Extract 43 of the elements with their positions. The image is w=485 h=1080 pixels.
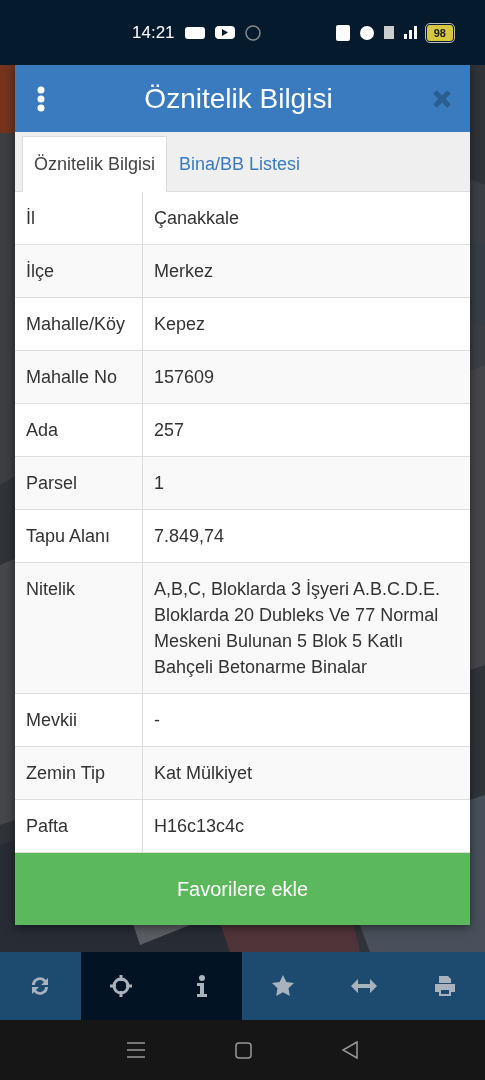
attribute-label: Nitelik	[15, 563, 142, 694]
attribute-value: Kat Mülkiyet	[142, 747, 470, 800]
attribute-value: 1	[142, 457, 470, 510]
attribute-value: 257	[142, 404, 470, 457]
battery-level: 98	[426, 24, 453, 41]
attribute-value: Çanakkale	[142, 192, 470, 245]
more-options-icon[interactable]	[37, 85, 45, 112]
attribute-label: Mahalle No	[15, 351, 142, 404]
card-icon	[184, 26, 205, 39]
attribute-label: Mevkii	[15, 694, 142, 747]
tab[interactable]: Öznitelik Bilgisi	[22, 136, 168, 192]
attribute-value: A,B,C, Bloklarda 3 İşyeri A.B.C.D.E. Bloklarda 20 Dubleks Ve 77 Normal Meskeni Bulunan 5 Blok 5 Katlı Bahçeli Betonarme Binalar	[142, 563, 470, 694]
attribute-value: Merkez	[142, 245, 470, 298]
toolbar-button[interactable]	[161, 952, 243, 1020]
back-icon[interactable]	[342, 1041, 358, 1059]
attribute-value: Kepez	[142, 298, 470, 351]
attribute-label: İl	[15, 192, 142, 245]
crosshair-icon	[109, 974, 134, 998]
add-favorite-button[interactable]: Favorilere ekle	[15, 853, 470, 925]
attribute-label: Tapu Alanı	[15, 510, 142, 563]
tab[interactable]: Bina/BB Listesi	[167, 136, 313, 192]
printer-icon	[432, 974, 457, 998]
attribute-label: Zemin Tip	[15, 747, 142, 800]
star-icon	[270, 974, 295, 998]
attribute-label: Mahalle/Köy	[15, 298, 142, 351]
attribute-value: H16c13c4c	[142, 800, 470, 853]
attribute-label: Parsel	[15, 457, 142, 510]
attribute-value: 7.849,74	[142, 510, 470, 563]
double-arrow-icon	[350, 979, 377, 993]
attribute-label: Pafta	[15, 800, 142, 853]
attribute-label: Ada	[15, 404, 142, 457]
home-icon[interactable]	[235, 1041, 252, 1059]
attribute-label: İlçe	[15, 245, 142, 298]
video-play-icon	[214, 26, 235, 39]
attribute-value: 157609	[142, 351, 470, 404]
attribute-value: -	[142, 694, 470, 747]
circle-icon	[244, 24, 261, 41]
clock-time: 14:21	[132, 22, 175, 43]
dialog-title: Öznitelik Bilgisi	[143, 82, 334, 115]
info-icon	[196, 975, 209, 997]
menu-icon[interactable]	[127, 1042, 145, 1058]
signal-icon	[403, 26, 417, 39]
toolbar-button[interactable]	[80, 952, 162, 1020]
